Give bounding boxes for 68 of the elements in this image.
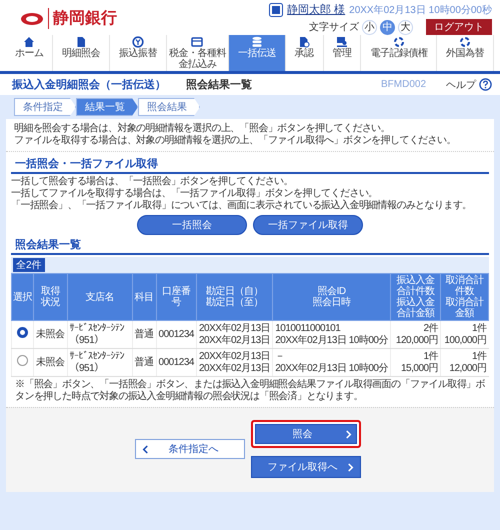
instruction-text: 明細を照会する場合は、対象の明細情報を選択の上、「照会」ボタンを押してください。 bbox=[14, 123, 392, 134]
table-cell: 0001234 bbox=[156, 320, 196, 348]
table-cell: 普通 bbox=[132, 320, 156, 348]
instruction-text: 一括して照会する場合は、「一括照会」ボタンを押してください。 bbox=[11, 176, 294, 188]
column-header: 勘定日（自） 勘定日（至） bbox=[196, 274, 273, 320]
table-cell: ｻｰﾋﾞｽｾﾝﾀｰｼﾃﾝ（951） bbox=[67, 320, 132, 348]
chevron-right-icon bbox=[347, 462, 354, 472]
column-header: 選択 bbox=[12, 274, 34, 320]
user-badge-icon bbox=[269, 2, 284, 16]
step-indicator: 結果一覧 bbox=[76, 98, 138, 116]
table-cell: 1件 100,000円 bbox=[440, 320, 488, 348]
action-button[interactable]: 照会 bbox=[251, 420, 361, 448]
help-link[interactable]: ヘルプ bbox=[446, 78, 492, 92]
bulk-action-button[interactable]: 一括照会 bbox=[137, 215, 247, 235]
bank-name: 静岡銀行 bbox=[48, 8, 117, 29]
section-heading: 照会結果一覧 bbox=[11, 237, 489, 255]
instruction-text: 「一括照会」、「一括ファイル取得」については、画面に表示されている振込入金明細情報のみとなります。 bbox=[11, 200, 473, 212]
chevron-left-icon bbox=[142, 444, 149, 454]
note-text: ※「照会」ボタン、「一括照会」ボタン、または振込入金明細照会結果ファイル取得画面の「ファイル取得」ボタンを押した時点で対象の振込入金明細情報の照会状況は「照会済」となります。 bbox=[15, 379, 485, 403]
login-datetime: 20XX年02月13日 10時00分00秒 bbox=[349, 4, 492, 16]
column-header: 口座番号 bbox=[156, 274, 196, 320]
table-cell: 1件 12,000円 bbox=[440, 348, 488, 376]
column-header: 支店名 bbox=[67, 274, 132, 320]
action-button[interactable]: ファイル取得へ bbox=[251, 456, 361, 478]
column-header: 照会ID 照会日時 bbox=[272, 274, 390, 320]
radio-button[interactable] bbox=[17, 327, 28, 338]
table-cell: 1件 15,000円 bbox=[390, 348, 441, 376]
table-cell: － 20XX年02月13日 10時00分 bbox=[272, 348, 390, 376]
screen-title: 照会結果一覧 bbox=[186, 78, 253, 92]
step-indicator: 照会結果 bbox=[138, 98, 200, 116]
chevron-right-icon bbox=[345, 430, 352, 438]
service-title: 振込入金明細照会（一括伝送） bbox=[12, 78, 166, 92]
nav-tab[interactable]: 明細照会 bbox=[53, 35, 110, 71]
user-name: 静岡太郎 様 bbox=[287, 2, 346, 17]
bank-logo-icon bbox=[20, 10, 44, 26]
instruction-text: ファイルを取得する場合は、対象の明細情報を選択の上、「ファイル取得へ」ボタンを押してください。 bbox=[14, 135, 457, 147]
radio-button[interactable] bbox=[17, 355, 28, 366]
table-cell: 2件 120,000円 bbox=[390, 320, 441, 348]
instruction-text: 一括してファイルを取得する場合は、「一括ファイル取得」ボタンを押してください。 bbox=[11, 188, 379, 200]
nav-tab[interactable]: ホーム bbox=[6, 35, 54, 71]
column-header: 取得 状況 bbox=[34, 274, 67, 320]
table-cell: 未照会 bbox=[34, 348, 67, 376]
nav-tab[interactable]: 承認 bbox=[286, 35, 324, 71]
logout-button[interactable]: ログアウト bbox=[426, 19, 492, 35]
screen-id: BFMD002 bbox=[380, 79, 426, 90]
nav-tab[interactable]: 電子記録債権 bbox=[361, 35, 438, 71]
table-cell: 1010011000101 20XX年02月13日 10時00分 bbox=[272, 320, 390, 348]
column-header: 取消合計件数 取消合計金額 bbox=[440, 274, 488, 320]
column-header: 振込入金合計件数 振込入金合計金額 bbox=[390, 274, 441, 320]
nav-tab[interactable]: 一括伝送 bbox=[228, 35, 286, 71]
nav-tab[interactable]: 外国為替 bbox=[437, 35, 494, 71]
nav-tab[interactable]: 振込振替 bbox=[110, 35, 167, 71]
section-heading: 一括照会・一括ファイル取得 bbox=[11, 156, 489, 174]
step-indicator: 条件指定 bbox=[14, 98, 76, 116]
database-icon bbox=[250, 36, 263, 48]
table-cell: 0001234 bbox=[156, 348, 196, 376]
table-cell: 20XX年02月13日 20XX年02月13日 bbox=[196, 348, 273, 376]
table-cell: 未照会 bbox=[34, 320, 67, 348]
table-cell: 普通 bbox=[132, 348, 156, 376]
back-button[interactable]: 条件指定へ bbox=[135, 439, 245, 459]
help-icon bbox=[479, 78, 492, 91]
bulk-action-button[interactable]: 一括ファイル取得 bbox=[253, 215, 363, 235]
font-size-label: 文字サイズ bbox=[309, 20, 359, 34]
nav-tab[interactable]: 管理 bbox=[324, 35, 362, 71]
table-cell: ｻｰﾋﾞｽｾﾝﾀｰｼﾃﾝ（951） bbox=[67, 348, 132, 376]
result-count-badge: 全2件 bbox=[13, 258, 45, 272]
column-header: 科目 bbox=[132, 274, 156, 320]
table-cell: 20XX年02月13日 20XX年02月13日 bbox=[196, 320, 273, 348]
